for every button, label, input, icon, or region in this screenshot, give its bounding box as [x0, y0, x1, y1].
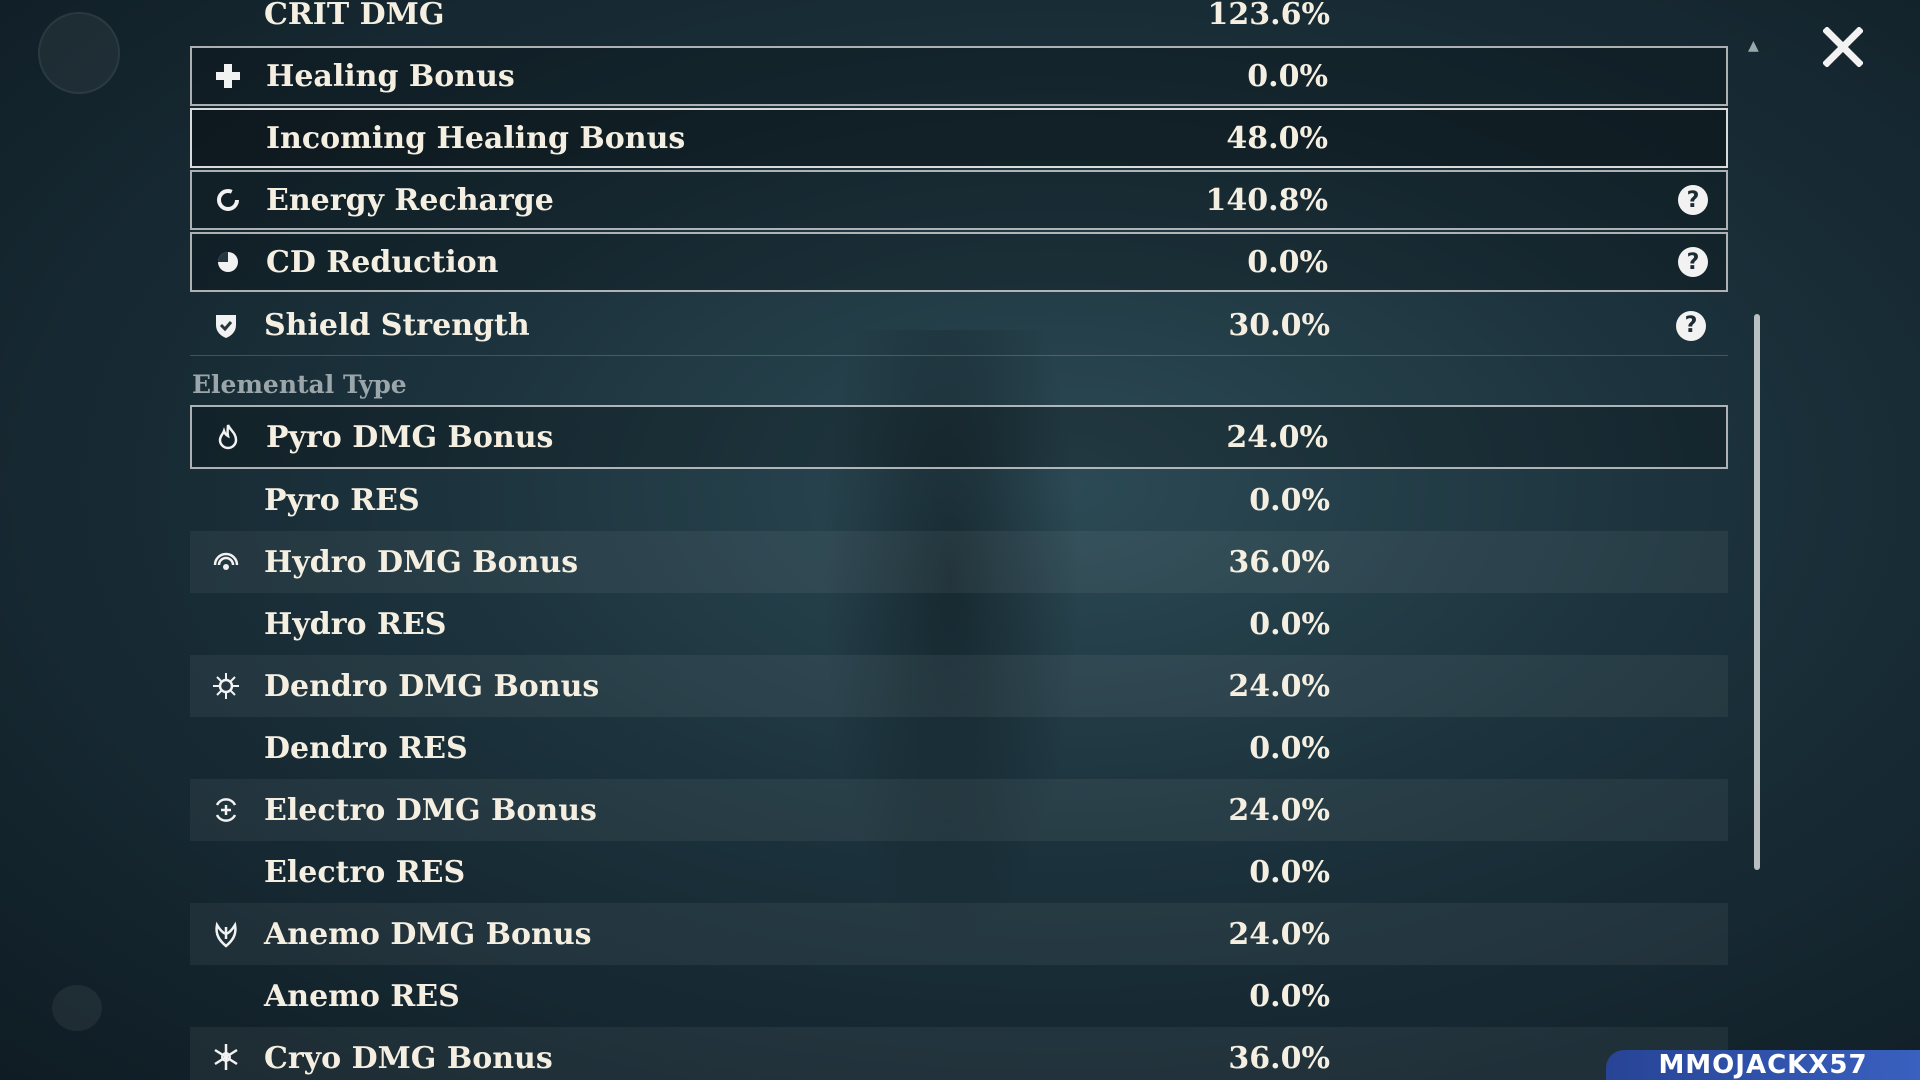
- stat-value: 0.0%: [1249, 482, 1330, 518]
- stat-row-incoming-healing-bonus[interactable]: Incoming Healing Bonus 48.0%: [190, 108, 1728, 168]
- cryo-icon: [210, 1041, 242, 1073]
- stat-label: Hydro DMG Bonus: [264, 544, 579, 580]
- stat-value: 24.0%: [1228, 916, 1330, 952]
- stat-value: 0.0%: [1247, 58, 1328, 94]
- stat-label: Healing Bonus: [266, 58, 515, 94]
- hydro-icon: [210, 546, 242, 578]
- stat-row-electro-res[interactable]: Electro RES 0.0%: [190, 841, 1728, 903]
- stat-row-anemo-dmg-bonus[interactable]: Anemo DMG Bonus 24.0%: [190, 903, 1728, 965]
- help-icon[interactable]: ?: [1678, 185, 1708, 215]
- stat-label: Cryo DMG Bonus: [264, 1041, 553, 1076]
- stat-label: Pyro RES: [264, 482, 420, 518]
- stat-row-pyro-dmg-bonus[interactable]: Pyro DMG Bonus 24.0%: [190, 405, 1728, 469]
- shield-icon: [210, 310, 242, 342]
- stat-row-healing-bonus[interactable]: Healing Bonus 0.0%: [190, 46, 1728, 106]
- stat-label: Anemo RES: [264, 978, 460, 1014]
- cd-reduction-icon: [212, 246, 244, 278]
- menu-button[interactable]: [52, 985, 102, 1031]
- stat-row-anemo-res[interactable]: Anemo RES 0.0%: [190, 965, 1728, 1027]
- stat-label: Hydro RES: [264, 606, 447, 642]
- stat-row-hydro-dmg-bonus[interactable]: Hydro DMG Bonus 36.0%: [190, 531, 1728, 593]
- section-title-elemental-type: Elemental Type: [192, 370, 407, 399]
- help-icon[interactable]: ?: [1678, 247, 1708, 277]
- scroll-up-arrow-icon[interactable]: ▲: [1748, 38, 1759, 54]
- stat-value: 36.0%: [1228, 544, 1330, 580]
- stat-value: 0.0%: [1247, 244, 1328, 280]
- stat-label: Electro DMG Bonus: [264, 792, 597, 828]
- stat-label: Shield Strength: [264, 308, 530, 343]
- stat-row-cd-reduction[interactable]: CD Reduction 0.0% ?: [190, 232, 1728, 292]
- stat-value: 0.0%: [1249, 978, 1330, 1014]
- element-emblem: [38, 12, 120, 94]
- stat-value: 24.0%: [1228, 792, 1330, 828]
- pyro-icon: [212, 421, 244, 453]
- stat-row-dendro-dmg-bonus[interactable]: Dendro DMG Bonus 24.0%: [190, 655, 1728, 717]
- stat-row-crit-dmg: CRIT DMG 123.6%: [190, 0, 1728, 44]
- stat-value: 36.0%: [1228, 1041, 1330, 1076]
- stat-label: Energy Recharge: [266, 182, 554, 218]
- stat-label: Dendro RES: [264, 730, 468, 766]
- stat-label: Incoming Healing Bonus: [266, 120, 686, 156]
- stat-label: Pyro DMG Bonus: [266, 419, 554, 455]
- stat-value: 48.0%: [1226, 120, 1328, 156]
- stat-value: 0.0%: [1249, 730, 1330, 766]
- stat-value: 30.0%: [1228, 308, 1330, 343]
- stat-label: Electro RES: [264, 854, 466, 890]
- channel-watermark: MMOJACKX57: [1606, 1050, 1920, 1080]
- stat-row-pyro-res[interactable]: Pyro RES 0.0%: [190, 469, 1728, 531]
- attributes-panel: CRIT DMG 123.6% Healing Bonus 0.0% Incom…: [190, 0, 1728, 1080]
- stat-row-shield-strength[interactable]: Shield Strength 30.0% ?: [190, 296, 1728, 356]
- stat-row-electro-dmg-bonus[interactable]: Electro DMG Bonus 24.0%: [190, 779, 1728, 841]
- stat-value: 123.6%: [1207, 0, 1330, 32]
- stat-value: 0.0%: [1249, 606, 1330, 642]
- stat-row-dendro-res[interactable]: Dendro RES 0.0%: [190, 717, 1728, 779]
- electro-icon: [210, 794, 242, 826]
- stat-row-energy-recharge[interactable]: Energy Recharge 140.8% ?: [190, 170, 1728, 230]
- stat-value: 140.8%: [1205, 182, 1328, 218]
- watermark-text: MMOJACKX57: [1658, 1050, 1868, 1080]
- stat-value: 24.0%: [1226, 419, 1328, 455]
- scrollbar-thumb[interactable]: [1754, 314, 1760, 870]
- stat-label: Anemo DMG Bonus: [264, 916, 592, 952]
- help-icon[interactable]: ?: [1676, 310, 1706, 341]
- stat-row-hydro-res[interactable]: Hydro RES 0.0%: [190, 593, 1728, 655]
- stat-label: CRIT DMG: [264, 0, 445, 32]
- stat-label: CD Reduction: [266, 244, 499, 280]
- close-button[interactable]: [1820, 24, 1866, 70]
- healing-cross-icon: [212, 60, 244, 92]
- energy-recharge-icon: [212, 184, 244, 216]
- dendro-icon: [210, 670, 242, 702]
- stat-label: Dendro DMG Bonus: [264, 668, 600, 704]
- anemo-icon: [210, 918, 242, 950]
- stat-row-cryo-dmg-bonus[interactable]: Cryo DMG Bonus 36.0%: [190, 1027, 1728, 1080]
- stat-value: 24.0%: [1228, 668, 1330, 704]
- close-x-icon: [1823, 27, 1863, 67]
- stat-value: 0.0%: [1249, 854, 1330, 890]
